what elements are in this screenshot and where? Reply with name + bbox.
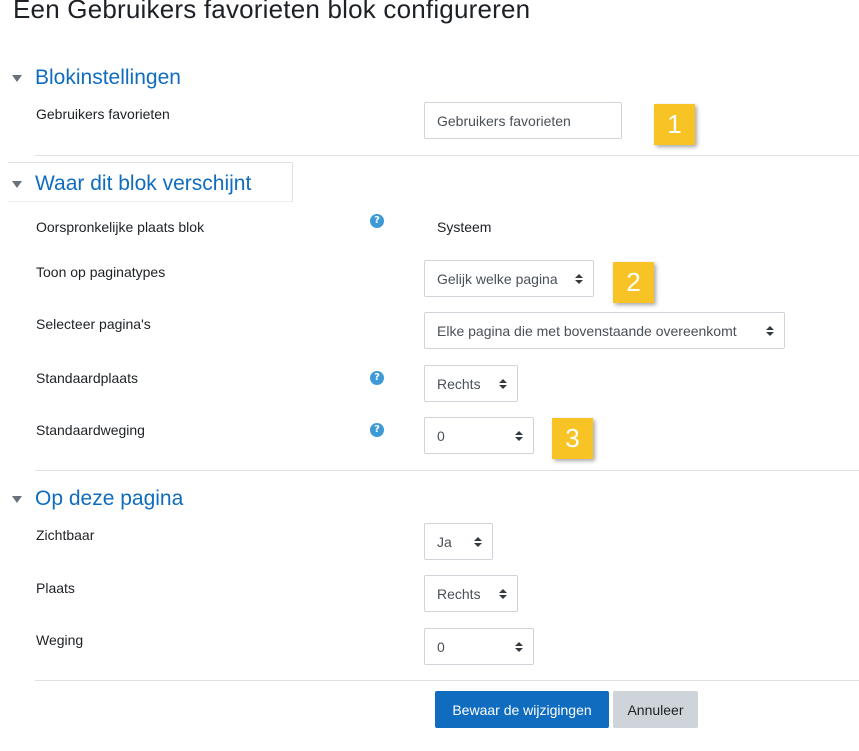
select-arrows-icon bbox=[515, 430, 523, 441]
section-divider bbox=[35, 470, 859, 471]
annotation-badge-2: 2 bbox=[613, 262, 654, 303]
weight-select[interactable]: 0 bbox=[424, 628, 534, 665]
block-title-input[interactable] bbox=[424, 102, 622, 139]
original-location-value: Systeem bbox=[437, 219, 492, 235]
select-arrows-icon bbox=[515, 641, 523, 652]
help-icon[interactable]: ? bbox=[370, 423, 384, 437]
default-region-select[interactable]: Rechts bbox=[424, 365, 518, 402]
select-arrows-icon bbox=[766, 325, 774, 336]
field-label-weight: Weging bbox=[36, 632, 84, 648]
field-label-block-title: Gebruikers favorieten bbox=[36, 106, 170, 122]
field-label-original-location: Oorspronkelijke plaats blok bbox=[36, 219, 205, 235]
field-label-page-types: Toon op paginatypes bbox=[36, 264, 166, 280]
select-arrows-icon bbox=[499, 378, 507, 389]
chevron-down-icon bbox=[12, 74, 22, 82]
help-icon[interactable]: ? bbox=[370, 214, 384, 228]
section-title: Waar dit blok verschijnt bbox=[35, 172, 252, 195]
section-toggle-on-this-page[interactable]: Op deze pagina bbox=[12, 487, 183, 511]
cancel-button[interactable]: Annuleer bbox=[613, 691, 698, 728]
save-button[interactable]: Bewaar de wijzigingen bbox=[435, 691, 609, 728]
select-value: Ja bbox=[437, 533, 452, 550]
section-toggle-where-appears[interactable]: Waar dit blok verschijnt bbox=[12, 172, 251, 196]
page-title: Een Gebruikers favorieten blok configure… bbox=[13, 0, 531, 24]
select-value: Elke pagina die met bovenstaande overeen… bbox=[437, 322, 737, 339]
section-title: Blokinstellingen bbox=[35, 66, 181, 89]
select-arrows-icon bbox=[474, 536, 482, 547]
field-label-default-weight: Standaardweging bbox=[36, 422, 145, 438]
section-divider bbox=[35, 680, 859, 681]
select-value: Rechts bbox=[437, 585, 481, 602]
annotation-badge-3: 3 bbox=[552, 418, 593, 459]
select-value: 0 bbox=[437, 427, 445, 444]
section-title: Op deze pagina bbox=[35, 487, 184, 510]
section-toggle-block-settings[interactable]: Blokinstellingen bbox=[12, 66, 181, 90]
chevron-down-icon bbox=[12, 180, 22, 188]
field-label-visible: Zichtbaar bbox=[36, 527, 95, 543]
chevron-down-icon bbox=[12, 495, 22, 503]
select-arrows-icon bbox=[575, 273, 583, 284]
section-divider bbox=[35, 155, 859, 156]
help-icon[interactable]: ? bbox=[370, 371, 384, 385]
page-types-select[interactable]: Gelijk welke pagina bbox=[424, 260, 594, 297]
select-pages-select[interactable]: Elke pagina die met bovenstaande overeen… bbox=[424, 312, 785, 349]
select-value: Rechts bbox=[437, 375, 481, 392]
select-arrows-icon bbox=[499, 588, 507, 599]
select-value: Gelijk welke pagina bbox=[437, 270, 558, 287]
field-label-select-pages: Selecteer pagina's bbox=[36, 316, 151, 332]
region-select[interactable]: Rechts bbox=[424, 575, 518, 612]
default-weight-select[interactable]: 0 bbox=[424, 417, 534, 454]
field-label-region: Plaats bbox=[36, 580, 75, 596]
select-value: 0 bbox=[437, 638, 445, 655]
visible-select[interactable]: Ja bbox=[424, 523, 493, 560]
annotation-badge-1: 1 bbox=[654, 104, 695, 145]
field-label-default-region: Standaardplaats bbox=[36, 370, 138, 386]
